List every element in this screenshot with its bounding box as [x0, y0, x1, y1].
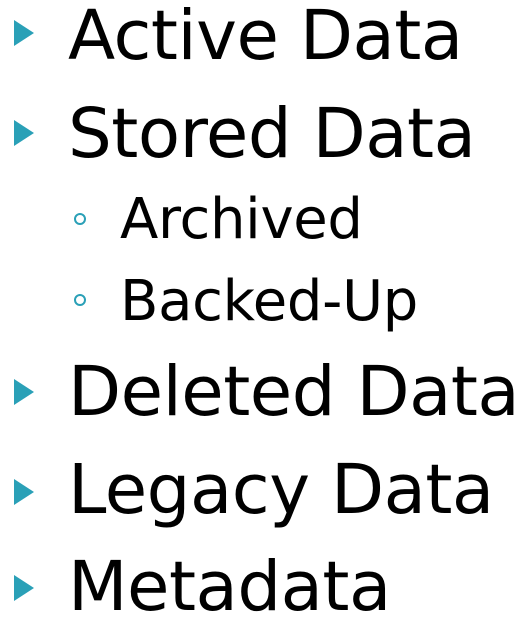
list-item-label: Stored Data — [68, 94, 476, 174]
bullet-list: Active Data Stored Data Archived Backed-… — [0, 0, 519, 622]
triangle-bullet-icon — [14, 479, 34, 505]
list-item-label: Legacy Data — [68, 450, 494, 530]
triangle-bullet-icon — [14, 20, 34, 46]
hollow-circle-bullet-icon — [74, 294, 86, 306]
triangle-bullet-icon — [14, 120, 34, 146]
list-item-label: Backed-Up — [120, 269, 418, 334]
triangle-bullet-icon — [14, 379, 34, 405]
list-item-label: Metadata — [68, 547, 391, 627]
hollow-circle-bullet-icon — [74, 213, 86, 225]
list-item-label: Active Data — [68, 0, 463, 76]
list-item-label: Archived — [120, 187, 363, 252]
list-item-label: Deleted Data — [68, 352, 519, 432]
triangle-bullet-icon — [14, 575, 34, 601]
